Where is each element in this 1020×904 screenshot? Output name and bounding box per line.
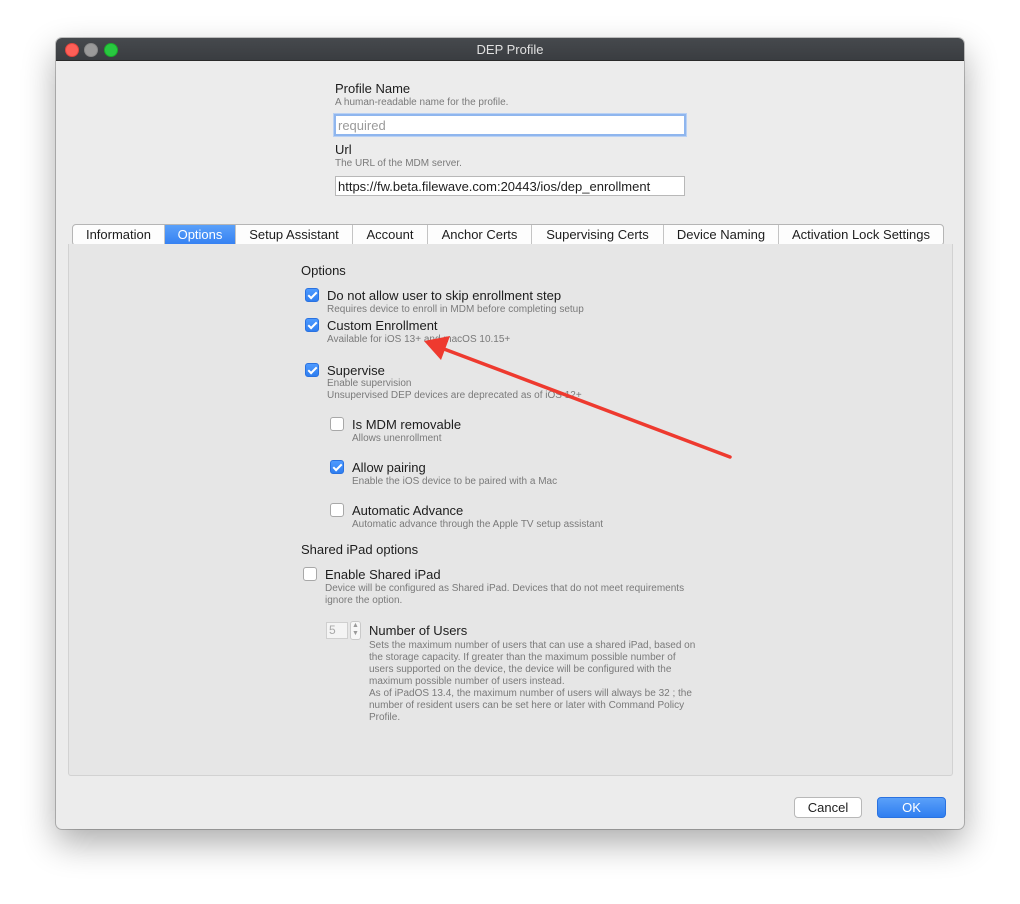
arrow-shaft: [442, 347, 732, 459]
red-arrow-icon: [424, 336, 732, 459]
